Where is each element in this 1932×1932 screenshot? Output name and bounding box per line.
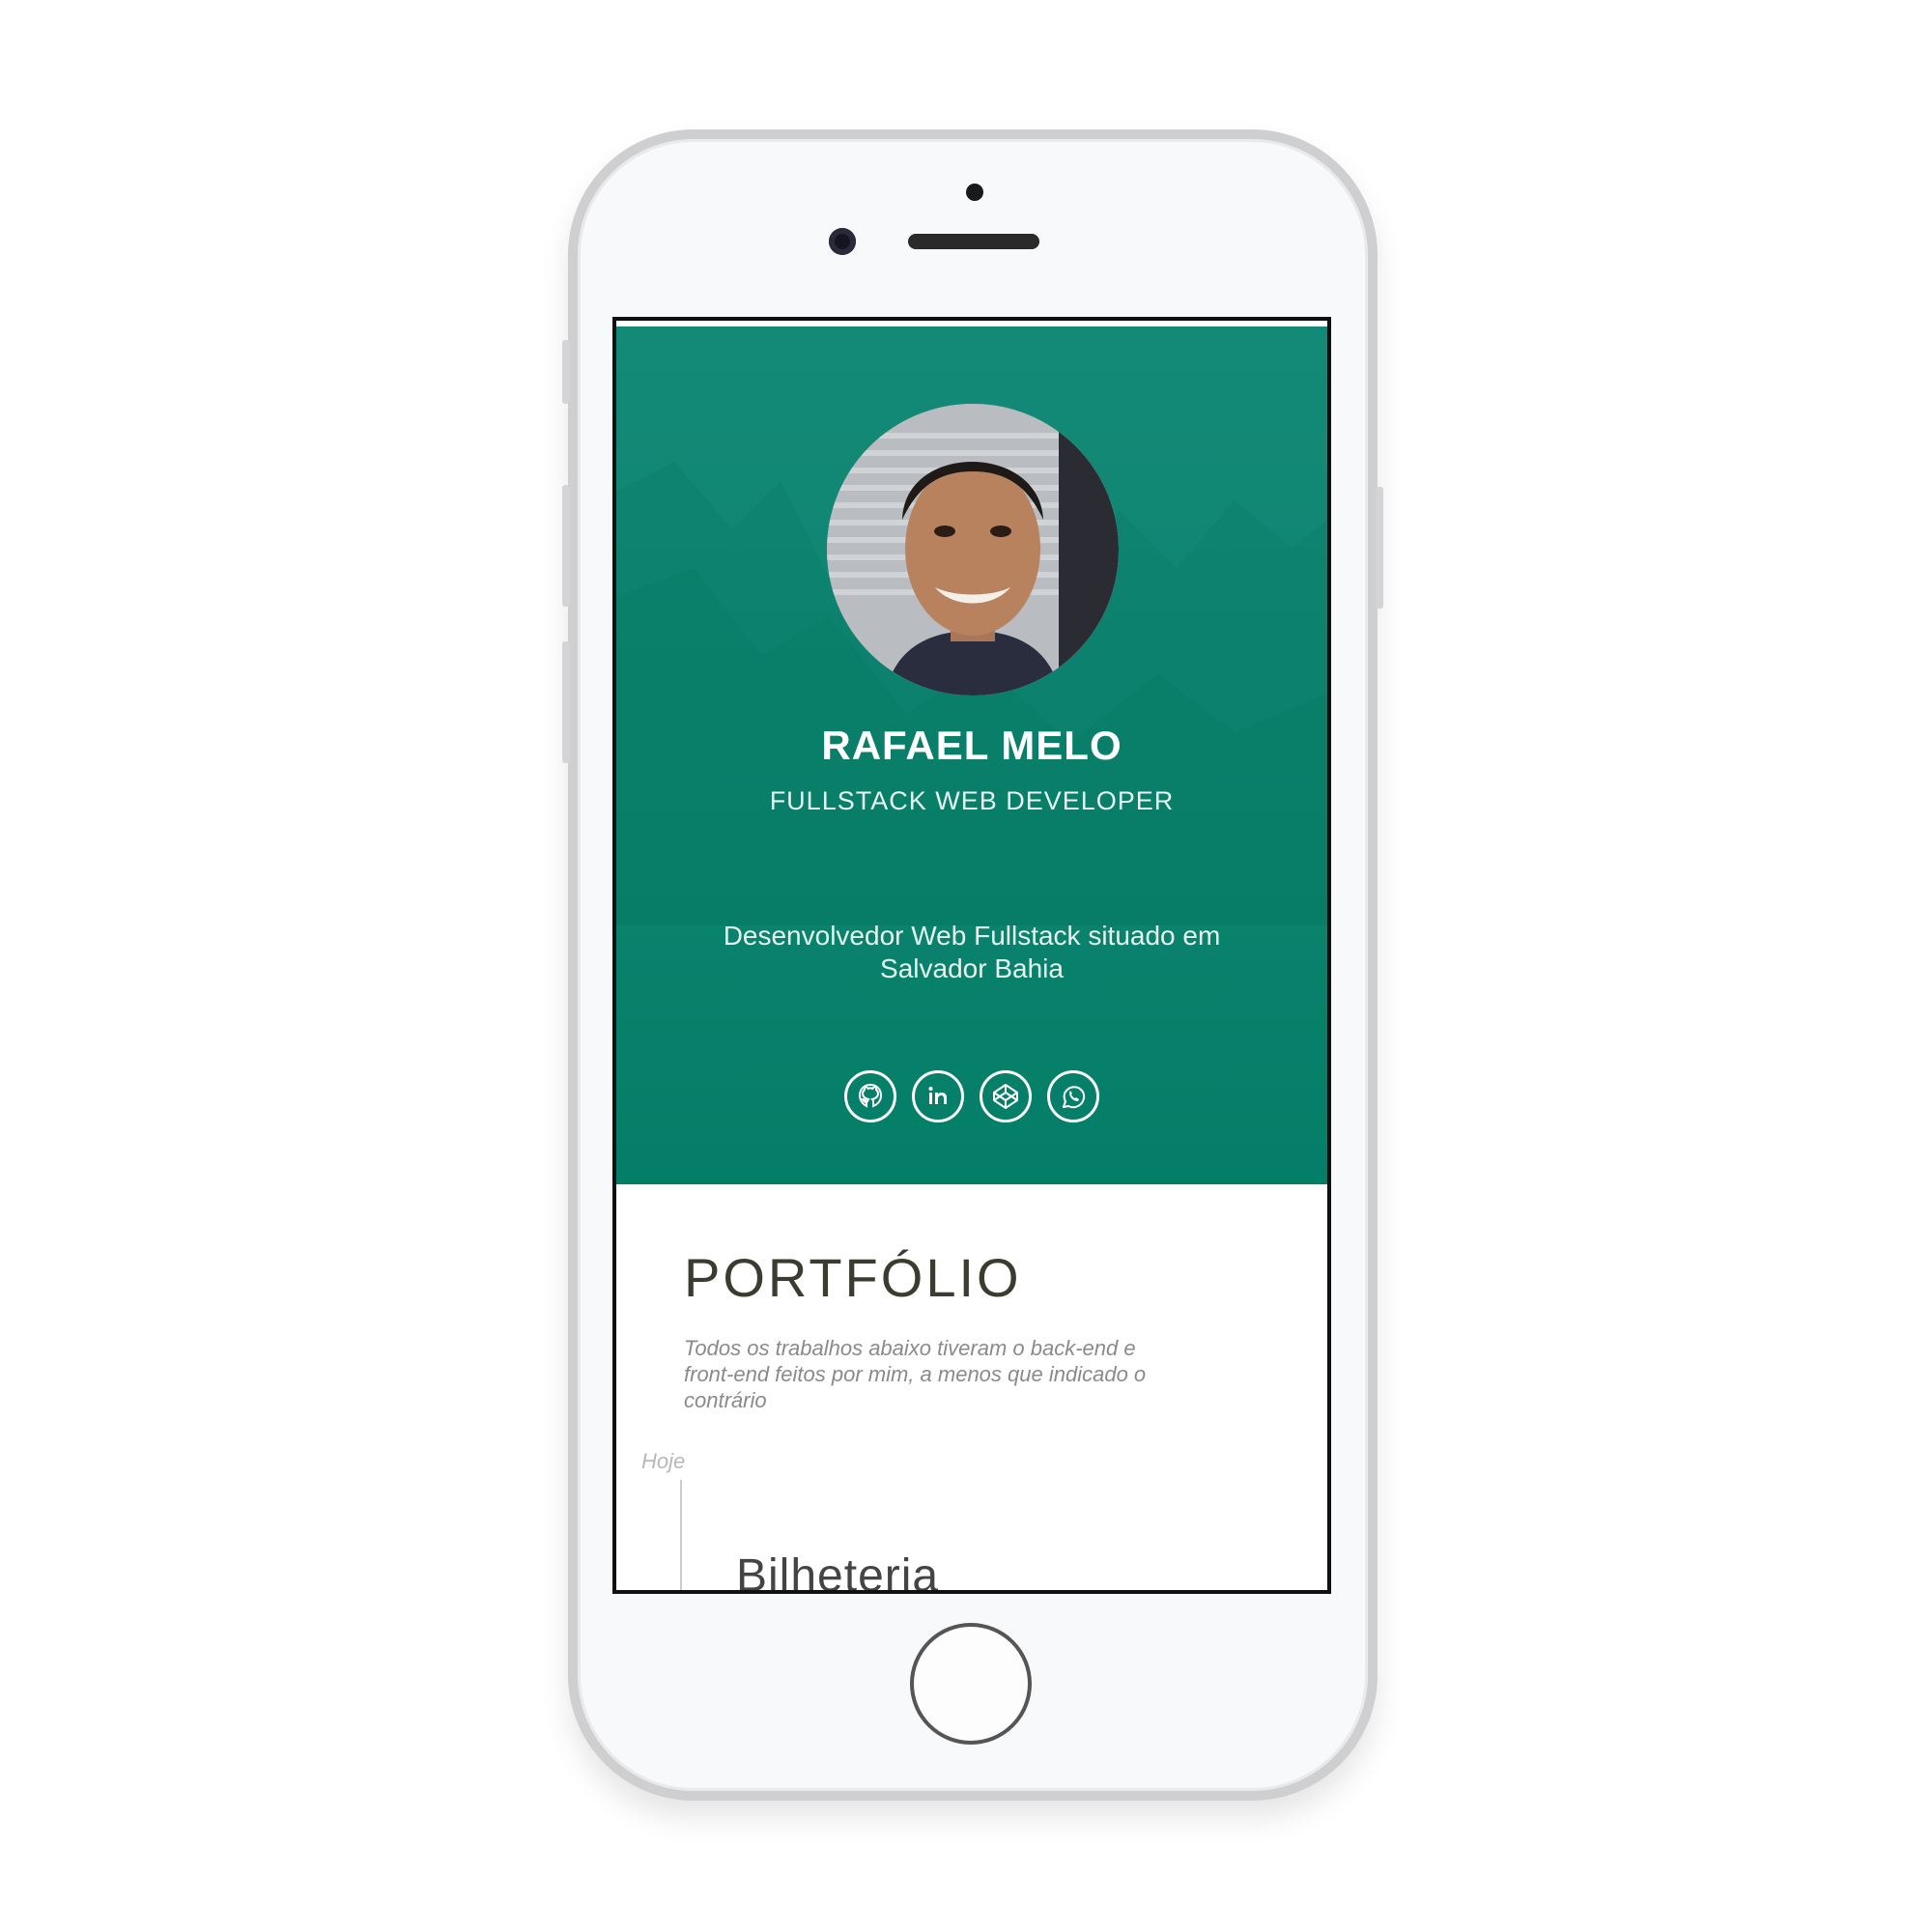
github-icon bbox=[858, 1083, 883, 1108]
volume-up-button bbox=[562, 485, 570, 607]
screen: RAFAEL MELO FULLSTACK WEB DEVELOPER Dese… bbox=[612, 317, 1331, 1594]
project-title[interactable]: Bilheteria bbox=[736, 1549, 939, 1590]
earpiece-speaker bbox=[908, 234, 1039, 249]
social-links bbox=[616, 1070, 1327, 1122]
mute-switch bbox=[562, 340, 570, 404]
profile-role: FULLSTACK WEB DEVELOPER bbox=[769, 786, 1175, 815]
proximity-sensor bbox=[966, 184, 983, 201]
timeline-line bbox=[680, 1480, 682, 1590]
portfolio-title: PORTFÓLIO bbox=[684, 1247, 1022, 1308]
profile-hero: RAFAEL MELO FULLSTACK WEB DEVELOPER Dese… bbox=[616, 327, 1327, 1184]
home-button[interactable] bbox=[910, 1623, 1032, 1745]
codepen-link[interactable] bbox=[980, 1070, 1032, 1122]
profile-name: RAFAEL MELO bbox=[821, 723, 1122, 768]
volume-down-button bbox=[562, 641, 570, 763]
github-link[interactable] bbox=[844, 1070, 896, 1122]
whatsapp-icon bbox=[1063, 1086, 1086, 1109]
linkedin-icon bbox=[928, 1087, 947, 1104]
avatar bbox=[827, 404, 1119, 696]
profile-bio: Desenvolvedor Web Fullstack situado em S… bbox=[723, 921, 1221, 983]
whatsapp-link[interactable] bbox=[1047, 1070, 1099, 1122]
power-button bbox=[1376, 487, 1383, 609]
profile-photo bbox=[827, 404, 1119, 696]
portfolio-description: Todos os trabalhos abaixo tiveram o back… bbox=[684, 1336, 1147, 1412]
timeline-label: Hoje bbox=[641, 1449, 686, 1473]
codepen-icon bbox=[993, 1084, 1018, 1109]
linkedin-link[interactable] bbox=[912, 1070, 964, 1122]
front-camera bbox=[829, 228, 856, 255]
